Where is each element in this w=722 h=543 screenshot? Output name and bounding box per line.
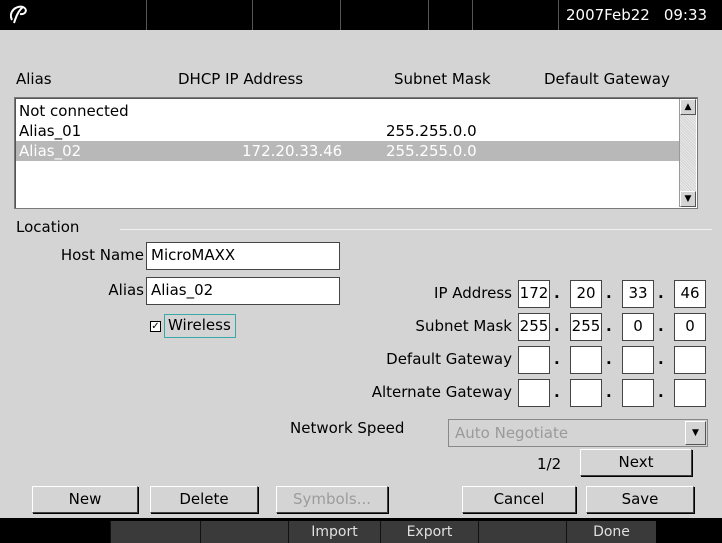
default-gateway-octet-4[interactable]	[674, 346, 706, 374]
alternate-gateway-label: Alternate Gateway	[371, 383, 512, 401]
default-gateway-label: Default Gateway	[386, 350, 512, 368]
wireless-checkbox[interactable]: ✓	[150, 321, 161, 332]
octet-separator: .	[658, 284, 664, 302]
export-softkey[interactable]: Export	[380, 521, 478, 543]
import-softkey[interactable]: Import	[288, 521, 380, 543]
save-button[interactable]: Save	[586, 486, 694, 513]
default-gateway-octet-1[interactable]	[518, 346, 550, 374]
alternate-gateway-octet-2[interactable]	[570, 379, 602, 407]
location-group-label: Location	[16, 218, 80, 236]
new-button[interactable]: New	[32, 486, 138, 513]
time-text: 09:33	[663, 6, 708, 24]
list-item[interactable]: Alias_01 255.255.0.0	[16, 121, 679, 141]
octet-separator: .	[554, 284, 560, 302]
default-gateway-octet-2[interactable]	[570, 346, 602, 374]
ip-octet-1[interactable]: 172	[518, 280, 550, 308]
alias-label: Alias	[108, 281, 144, 299]
cancel-button[interactable]: Cancel	[462, 486, 576, 513]
octet-separator: .	[658, 317, 664, 335]
network-speed-value: Auto Negotiate	[455, 424, 569, 442]
column-header-alias: Alias	[16, 70, 52, 88]
softkey-5[interactable]	[478, 521, 566, 543]
octet-separator: .	[606, 317, 612, 335]
network-settings-panel: Alias DHCP IP Address Subnet Mask Defaul…	[0, 30, 722, 518]
row-subnet: 255.255.0.0	[386, 122, 477, 140]
date-text: 2007Feb22	[566, 6, 650, 24]
alternate-gateway-octet-1[interactable]	[518, 379, 550, 407]
host-name-label: Host Name	[60, 246, 144, 264]
softkey-bar: Import Export Done	[0, 518, 722, 543]
subnet-octet-1[interactable]: 255	[518, 313, 550, 341]
alternate-gateway-octet-4[interactable]	[674, 379, 706, 407]
column-header-subnet-mask: Subnet Mask	[394, 70, 491, 88]
scroll-up-icon[interactable]: ▲	[680, 99, 696, 115]
alternate-gateway-octet-3[interactable]	[622, 379, 654, 407]
row-alias: Alias_01	[19, 122, 82, 140]
ip-octet-2[interactable]: 20	[570, 280, 602, 308]
default-gateway-octet-3[interactable]	[622, 346, 654, 374]
column-header-default-gateway: Default Gateway	[544, 70, 670, 88]
wireless-label[interactable]: Wireless	[164, 314, 236, 338]
column-header-dhcp-ip: DHCP IP Address	[178, 70, 304, 88]
subnet-mask-label: Subnet Mask	[415, 317, 512, 335]
host-name-field[interactable]: MicroMAXX	[146, 242, 340, 270]
chevron-down-icon[interactable]: ▼	[685, 421, 706, 445]
scroll-down-icon[interactable]: ▼	[680, 191, 696, 207]
row-ip: 172.20.33.46	[242, 142, 343, 160]
symbols-button[interactable]: Symbols...	[276, 486, 388, 513]
alias-list[interactable]: Not connected Alias_01 255.255.0.0 Alias…	[14, 97, 698, 209]
ip-octet-3[interactable]: 33	[622, 280, 654, 308]
octet-separator: .	[554, 383, 560, 401]
date-time: 2007Feb22 09:33	[566, 6, 707, 24]
list-item[interactable]: Not connected	[16, 101, 679, 121]
softkey-2[interactable]	[200, 521, 288, 543]
top-status-bar: 2007Feb22 09:33	[0, 0, 722, 30]
swirl-logo-icon	[10, 5, 27, 24]
list-scrollbar[interactable]: ▲ ▼	[679, 99, 696, 207]
ip-address-label: IP Address	[434, 284, 512, 302]
octet-separator: .	[658, 383, 664, 401]
delete-button[interactable]: Delete	[150, 486, 258, 513]
octet-separator: .	[606, 383, 612, 401]
network-speed-dropdown[interactable]: Auto Negotiate ▼	[448, 419, 708, 447]
network-speed-label: Network Speed	[290, 419, 405, 437]
page-indicator: 1/2	[537, 455, 562, 473]
group-divider	[120, 229, 712, 230]
row-alias: Not connected	[19, 102, 129, 120]
octet-separator: .	[554, 350, 560, 368]
softkey-1[interactable]	[110, 521, 200, 543]
subnet-octet-4[interactable]: 0	[674, 313, 706, 341]
subnet-octet-3[interactable]: 0	[622, 313, 654, 341]
subnet-octet-2[interactable]: 255	[570, 313, 602, 341]
row-subnet: 255.255.0.0	[386, 142, 477, 160]
next-button[interactable]: Next	[580, 449, 692, 476]
octet-separator: .	[606, 284, 612, 302]
done-softkey[interactable]: Done	[566, 521, 656, 543]
alias-field[interactable]: Alias_02	[146, 277, 340, 305]
octet-separator: .	[606, 350, 612, 368]
list-item-selected[interactable]: Alias_02 172.20.33.46 255.255.0.0	[16, 141, 679, 161]
octet-separator: .	[554, 317, 560, 335]
octet-separator: .	[658, 350, 664, 368]
row-alias: Alias_02	[19, 142, 82, 160]
ip-octet-4[interactable]: 46	[674, 280, 706, 308]
